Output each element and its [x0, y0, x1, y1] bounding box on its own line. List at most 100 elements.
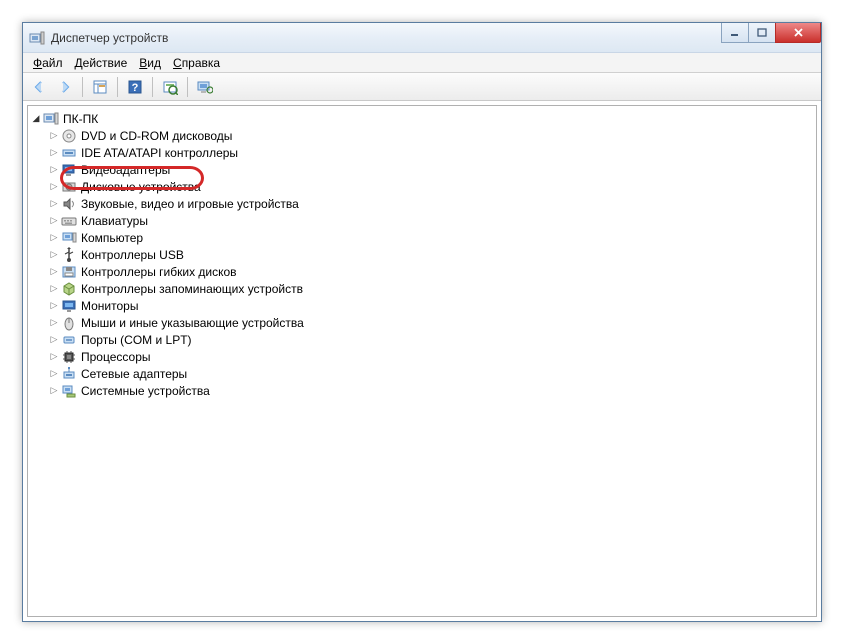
device-manager-window: Диспетчер устройств ФайлДействиеВидСправ… [22, 22, 822, 622]
tree-node[interactable]: ▷ Контроллеры запоминающих устройств [48, 280, 814, 297]
tree-node-label: Системные устройства [79, 384, 212, 398]
disc-icon [61, 128, 77, 144]
close-button[interactable] [775, 23, 821, 43]
window-title: Диспетчер устройств [51, 31, 168, 45]
tree-node-label: Контроллеры запоминающих устройств [79, 282, 305, 296]
system-icon [61, 383, 77, 399]
expander-icon[interactable]: ▷ [48, 300, 60, 311]
storage-ctrl-icon [61, 281, 77, 297]
tree-node[interactable]: ▷ Мониторы [48, 297, 814, 314]
toolbar-separator [187, 77, 188, 97]
computer-icon [43, 111, 59, 127]
tree-node[interactable]: ▷ Сетевые адаптеры [48, 365, 814, 382]
tree-node-label: Звуковые, видео и игровые устройства [79, 197, 301, 211]
titlebar[interactable]: Диспетчер устройств [23, 23, 821, 53]
forward-button[interactable] [53, 76, 77, 98]
tree-node[interactable]: ▷ Системные устройства [48, 382, 814, 399]
expander-icon[interactable]: ◢ [30, 113, 42, 124]
network-icon [61, 366, 77, 382]
keyboard-icon [61, 213, 77, 229]
usb-icon [61, 247, 77, 263]
expander-icon[interactable]: ▷ [48, 317, 60, 328]
expander-icon[interactable]: ▷ [48, 266, 60, 277]
tree-node-label: Процессоры [79, 350, 153, 364]
sound-icon [61, 196, 77, 212]
maximize-button[interactable] [748, 23, 776, 43]
expander-icon[interactable]: ▷ [48, 232, 60, 243]
minimize-button[interactable] [721, 23, 749, 43]
tree-node[interactable]: ▷ Клавиатуры [48, 212, 814, 229]
expander-icon[interactable]: ▷ [48, 198, 60, 209]
tree-node[interactable]: ▷ Видеоадаптеры [48, 161, 814, 178]
help-icon: ? [127, 79, 143, 95]
tree-node-label: Компьютер [79, 231, 145, 245]
tree-node-label: Порты (COM и LPT) [79, 333, 194, 347]
menu-справка[interactable]: Справка [167, 54, 226, 72]
menubar: ФайлДействиеВидСправка [23, 53, 821, 73]
tree-node-label: Клавиатуры [79, 214, 150, 228]
tree-node[interactable]: ▷ IDE ATA/ATAPI контроллеры [48, 144, 814, 161]
expander-icon[interactable]: ▷ [48, 147, 60, 158]
tree-root-label: ПК-ПК [61, 112, 100, 126]
app-icon [29, 30, 45, 46]
tree-node-label: Контроллеры USB [79, 248, 186, 262]
window-controls [722, 23, 821, 43]
port-icon [61, 332, 77, 348]
menu-файл[interactable]: Файл [27, 54, 69, 72]
properties-button[interactable] [193, 76, 217, 98]
tree-node[interactable]: ▷ Компьютер [48, 229, 814, 246]
tree-node-label: IDE ATA/ATAPI контроллеры [79, 146, 240, 160]
tree-node[interactable]: ▷ Контроллеры USB [48, 246, 814, 263]
view-button[interactable] [88, 76, 112, 98]
tree-node-label: DVD и CD-ROM дисководы [79, 129, 234, 143]
tree-node[interactable]: ▷ Контроллеры гибких дисков [48, 263, 814, 280]
expander-icon[interactable]: ▷ [48, 164, 60, 175]
expander-icon[interactable]: ▷ [48, 334, 60, 345]
tree-node[interactable]: ▷ Процессоры [48, 348, 814, 365]
disk-icon [61, 179, 77, 195]
expander-icon[interactable]: ▷ [48, 249, 60, 260]
device-tree-panel[interactable]: ◢ ПК-ПК ▷ DVD и CD-ROM дисководы ▷ IDE ATA/… [27, 105, 817, 617]
display-adapter-icon [61, 162, 77, 178]
tree-node-label: Сетевые адаптеры [79, 367, 189, 381]
tree-node[interactable]: ▷ Дисковые устройства [48, 178, 814, 195]
tree-node-label: Видеоадаптеры [79, 163, 172, 177]
toolbar: ? [23, 73, 821, 101]
floppy-ctrl-icon [61, 264, 77, 280]
computer-small-icon [61, 230, 77, 246]
monitor-node-icon [61, 298, 77, 314]
expander-icon[interactable]: ▷ [48, 368, 60, 379]
tree-node[interactable]: ▷ DVD и CD-ROM дисководы [48, 127, 814, 144]
toolbar-separator [82, 77, 83, 97]
expander-icon[interactable]: ▷ [48, 283, 60, 294]
expander-icon[interactable]: ▷ [48, 215, 60, 226]
expander-icon[interactable]: ▷ [48, 130, 60, 141]
mouse-icon [61, 315, 77, 331]
cpu-icon [61, 349, 77, 365]
arrow-right-icon [57, 79, 73, 95]
toolbar-separator [117, 77, 118, 97]
expander-icon[interactable]: ▷ [48, 385, 60, 396]
tree-root[interactable]: ◢ ПК-ПК [30, 110, 814, 127]
back-button[interactable] [27, 76, 51, 98]
menu-вид[interactable]: Вид [133, 54, 167, 72]
arrow-left-icon [31, 79, 47, 95]
scan-hardware-button[interactable] [158, 76, 182, 98]
toolbar-separator [152, 77, 153, 97]
tree-node-label: Контроллеры гибких дисков [79, 265, 239, 279]
tree-node[interactable]: ▷ Порты (COM и LPT) [48, 331, 814, 348]
tree-node[interactable]: ▷ Мыши и иные указывающие устройства [48, 314, 814, 331]
scan-icon [162, 79, 178, 95]
expander-icon[interactable]: ▷ [48, 351, 60, 362]
svg-text:?: ? [132, 82, 139, 94]
tree-node-label: Мониторы [79, 299, 140, 313]
monitor-icon [197, 79, 213, 95]
expander-icon[interactable]: ▷ [48, 181, 60, 192]
tree-node-label: Мыши и иные указывающие устройства [79, 316, 306, 330]
tree-node-label: Дисковые устройства [79, 180, 203, 194]
panel-icon [92, 79, 108, 95]
menu-действие[interactable]: Действие [69, 54, 134, 72]
device-tree[interactable]: ◢ ПК-ПК ▷ DVD и CD-ROM дисководы ▷ IDE ATA/… [30, 110, 814, 399]
tree-node[interactable]: ▷ Звуковые, видео и игровые устройства [48, 195, 814, 212]
help-button[interactable]: ? [123, 76, 147, 98]
